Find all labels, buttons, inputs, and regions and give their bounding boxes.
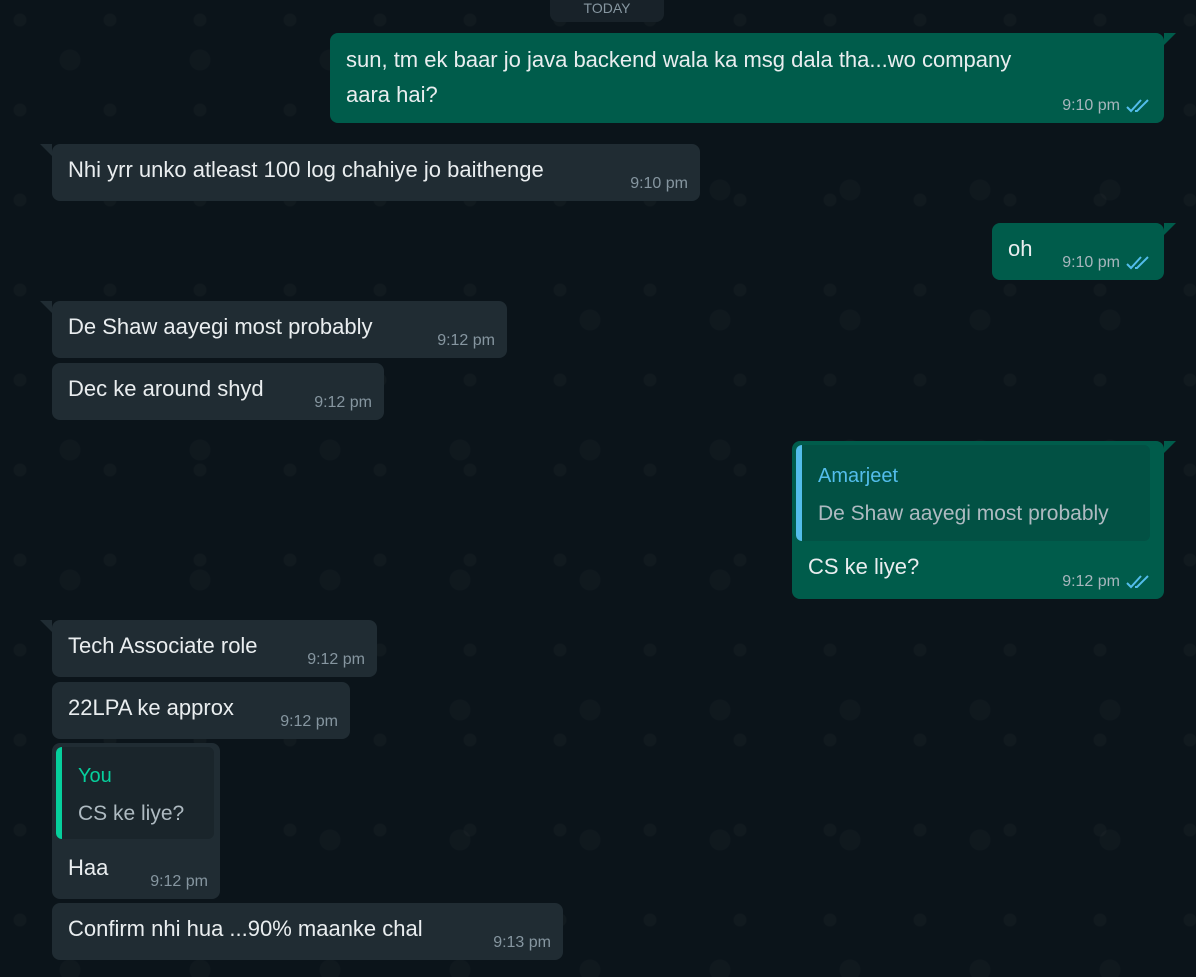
message-time: 9:12 pm (307, 651, 365, 668)
double-check-icon (1126, 574, 1152, 590)
quote-text: CS ke liye? (78, 802, 185, 825)
chat-message-area: TODAY sun, tm ek baar jo java backend wa… (0, 0, 1196, 977)
quote-accent-bar (56, 747, 62, 839)
message-text: Nhi yrr unko atleast 100 log chahiye jo … (68, 157, 544, 182)
quoted-message[interactable]: Amarjeet De Shaw aayegi most probably (796, 445, 1150, 541)
message-time: 9:10 pm (1062, 254, 1120, 271)
message-meta: 9:10 pm (1062, 97, 1152, 115)
message-time: 9:12 pm (1062, 573, 1120, 590)
message-text: Confirm nhi hua ...90% maanke chal (68, 916, 423, 941)
quote-author: Amarjeet (818, 465, 899, 487)
incoming-message[interactable]: Tech Associate role 9:12 pm (40, 620, 377, 677)
message-text-line: aara hai? (346, 82, 438, 107)
message-time: 9:12 pm (280, 713, 338, 730)
quote-author: You (78, 765, 112, 787)
outgoing-message[interactable]: oh 9:10 pm (992, 223, 1176, 280)
message-time: 9:13 pm (493, 934, 551, 951)
double-check-icon (1126, 255, 1152, 271)
message-time: 9:10 pm (630, 175, 688, 192)
quote-text: De Shaw aayegi most probably (818, 502, 1109, 525)
message-text: Haa (68, 855, 109, 880)
message-meta: 9:10 pm (1062, 254, 1152, 272)
date-divider: TODAY (550, 0, 664, 22)
message-text: 22LPA ke approx (68, 695, 234, 720)
incoming-message[interactable]: Nhi yrr unko atleast 100 log chahiye jo … (40, 144, 700, 201)
message-text-line: sun, tm ek baar jo java backend wala ka … (346, 47, 1012, 72)
double-check-icon (1126, 98, 1152, 114)
outgoing-reply-message[interactable]: Amarjeet De Shaw aayegi most probably CS… (792, 441, 1176, 599)
message-text: De Shaw aayegi most probably (68, 314, 373, 339)
incoming-message[interactable]: Confirm nhi hua ...90% maanke chal 9:13 … (52, 903, 563, 960)
message-time: 9:12 pm (437, 332, 495, 349)
message-text: oh (1008, 236, 1033, 261)
message-text: CS ke liye? (808, 554, 920, 579)
message-text: Dec ke around shyd (68, 376, 264, 401)
quoted-message[interactable]: You CS ke liye? (56, 747, 214, 839)
message-time: 9:12 pm (314, 394, 372, 411)
message-time: 9:10 pm (1062, 97, 1120, 114)
message-time: 9:12 pm (150, 873, 208, 890)
outgoing-message[interactable]: sun, tm ek baar jo java backend wala ka … (330, 33, 1176, 123)
message-meta: 9:12 pm (1062, 573, 1152, 591)
incoming-message[interactable]: 22LPA ke approx 9:12 pm (52, 682, 350, 739)
incoming-message[interactable]: De Shaw aayegi most probably 9:12 pm (40, 301, 507, 358)
incoming-reply-message[interactable]: You CS ke liye? Haa 9:12 pm (52, 743, 220, 899)
incoming-message[interactable]: Dec ke around shyd 9:12 pm (52, 363, 384, 420)
message-text: Tech Associate role (68, 633, 258, 658)
quote-accent-bar (796, 445, 802, 541)
